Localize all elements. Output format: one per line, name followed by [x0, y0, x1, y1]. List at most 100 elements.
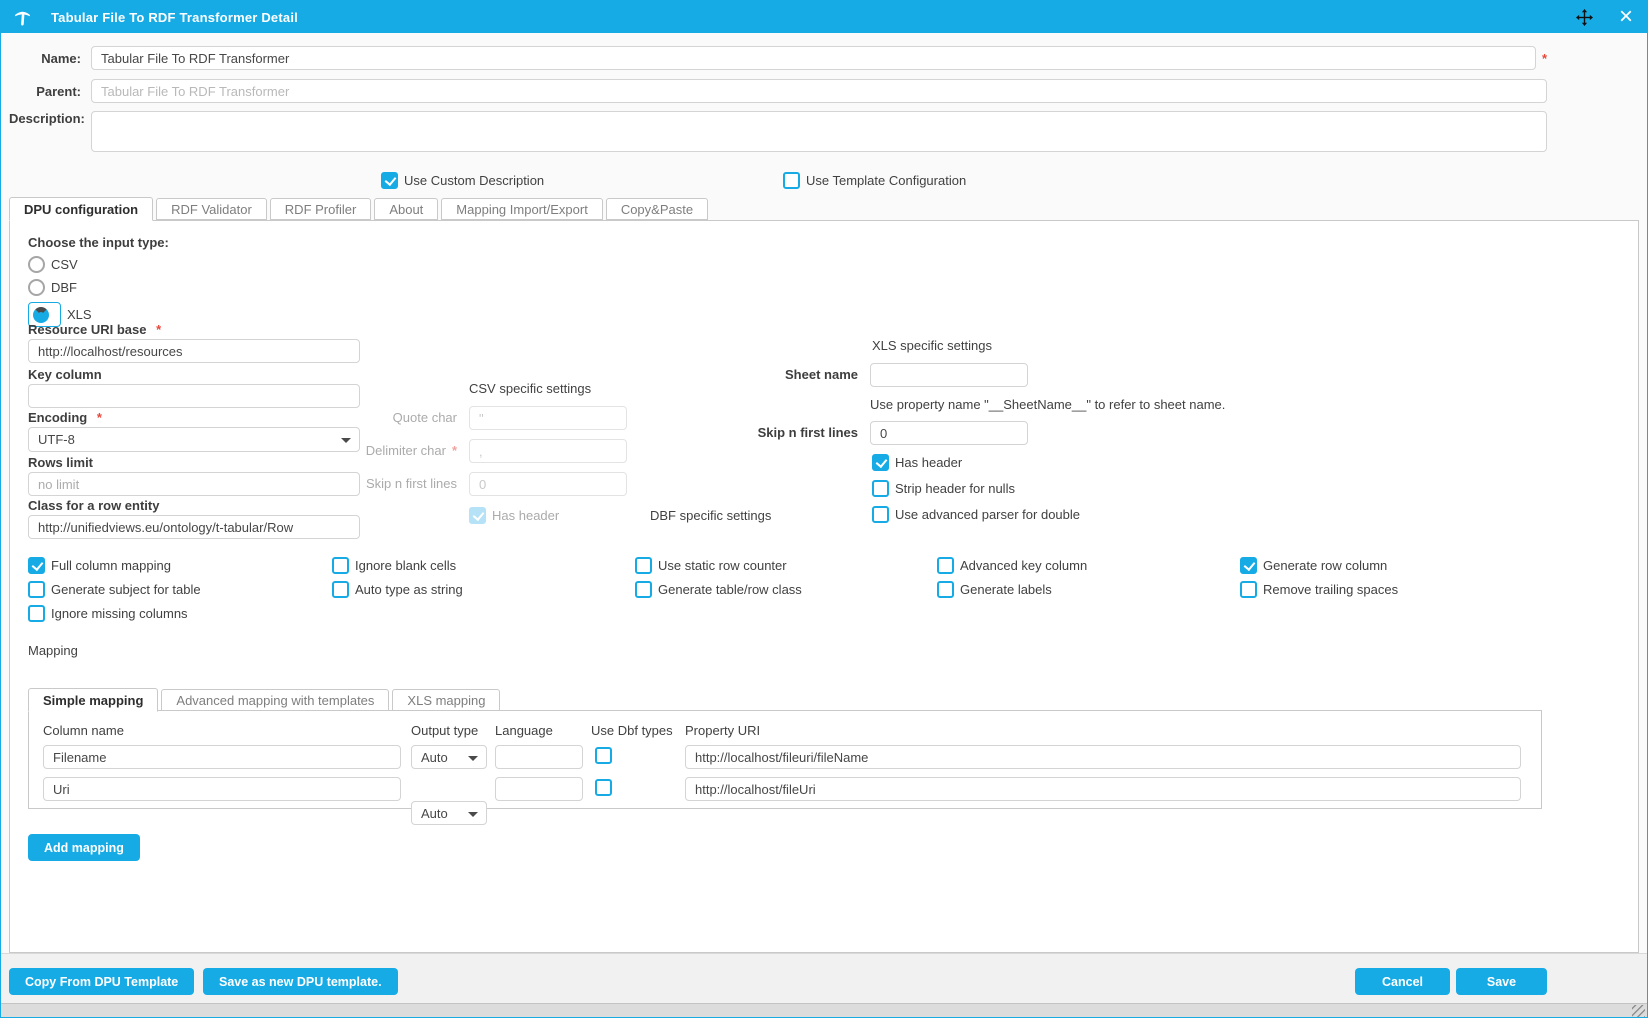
options-column-1: Full column mapping Generate subject for…: [28, 557, 201, 622]
csv-has-header-label: Has header: [492, 508, 559, 523]
mapping-row-property-uri-field[interactable]: [685, 745, 1521, 769]
generate-table-row-class-checkbox[interactable]: [635, 581, 652, 598]
quote-char-label: Quote char: [337, 406, 457, 430]
option-generate-labels: Generate labels: [937, 581, 1087, 598]
ignore-blank-cells-checkbox[interactable]: [332, 557, 349, 574]
xls-has-header-row: Has header: [872, 454, 962, 471]
parent-label: Parent:: [9, 84, 81, 99]
strip-header-for-nulls-checkbox[interactable]: [872, 480, 889, 497]
add-mapping-button[interactable]: Add mapping: [28, 834, 140, 861]
option-generate-subject-for-table: Generate subject for table: [28, 581, 201, 598]
encoding-select[interactable]: UTF-8: [28, 427, 360, 452]
output-type-selected-value: Auto: [421, 806, 448, 821]
csv-radio-label: CSV: [51, 257, 78, 272]
tab-simple-mapping[interactable]: Simple mapping: [28, 688, 158, 712]
delimiter-char-field: [469, 439, 627, 463]
xls-has-header-checkbox[interactable]: [872, 454, 889, 471]
status-bar: [1, 1003, 1647, 1018]
tab-rdf-profiler[interactable]: RDF Profiler: [270, 198, 372, 220]
language-header: Language: [495, 723, 553, 738]
close-icon[interactable]: ×: [1619, 7, 1633, 27]
ignore-missing-columns-checkbox[interactable]: [28, 605, 45, 622]
sheet-name-field[interactable]: [870, 363, 1028, 387]
tab-about[interactable]: About: [374, 198, 438, 220]
xls-settings-title: XLS specific settings: [872, 338, 992, 353]
use-template-configuration-label: Use Template Configuration: [806, 173, 966, 188]
delimiter-char-label: Delimiter char: [366, 443, 446, 458]
rows-limit-label: Rows limit: [28, 455, 93, 470]
dialog-footer: Copy From DPU Template Save as new DPU t…: [1, 953, 1647, 1003]
generate-subject-for-table-checkbox[interactable]: [28, 581, 45, 598]
generate-row-column-label: Generate row column: [1263, 558, 1387, 573]
column-name-header: Column name: [43, 723, 124, 738]
csv-radio[interactable]: [28, 256, 45, 273]
auto-type-as-string-checkbox[interactable]: [332, 581, 349, 598]
mapping-row-column-name-field[interactable]: [43, 777, 401, 801]
generate-row-column-checkbox[interactable]: [1240, 557, 1257, 574]
use-custom-description-checkbox[interactable]: [381, 172, 398, 189]
mapping-row-output-type-select[interactable]: Auto: [411, 801, 487, 825]
resource-uri-base-label: Resource URI base: [28, 322, 147, 337]
xls-skip-n-first-lines-field[interactable]: [870, 421, 1028, 445]
dbf-radio-label: DBF: [51, 280, 77, 295]
strip-header-for-nulls-row: Strip header for nulls: [872, 480, 1015, 497]
mapping-row-column-name-field[interactable]: [43, 745, 401, 769]
parent-field: [91, 79, 1547, 103]
csv-has-header-row: Has header: [469, 507, 559, 524]
use-static-row-counter-checkbox[interactable]: [635, 557, 652, 574]
mapping-row-output-type-select[interactable]: Auto: [411, 745, 487, 769]
encoding-selected-value: UTF-8: [38, 432, 75, 447]
property-uri-header: Property URI: [685, 723, 760, 738]
generate-labels-checkbox[interactable]: [937, 581, 954, 598]
move-icon[interactable]: [1576, 9, 1593, 26]
advanced-parser-for-double-checkbox[interactable]: [872, 506, 889, 523]
cancel-button[interactable]: Cancel: [1355, 968, 1450, 995]
name-field[interactable]: [91, 46, 1536, 70]
mapping-row-property-uri-field[interactable]: [685, 777, 1521, 801]
option-auto-type-as-string: Auto type as string: [332, 581, 463, 598]
resource-uri-base-required-mark: *: [156, 322, 161, 337]
save-as-new-dpu-template-button[interactable]: Save as new DPU template.: [203, 968, 398, 995]
advanced-key-column-checkbox[interactable]: [937, 557, 954, 574]
mapping-row-use-dbf-types-checkbox[interactable]: [595, 747, 612, 764]
mapping-row-language-field[interactable]: [495, 745, 583, 769]
dialog-title: Tabular File To RDF Transformer Detail: [51, 10, 1576, 25]
row-entity-class-field[interactable]: [28, 515, 360, 539]
tab-mapping-import-export[interactable]: Mapping Import/Export: [441, 198, 603, 220]
option-use-static-row-counter: Use static row counter: [635, 557, 802, 574]
resource-uri-base-field[interactable]: [28, 339, 360, 363]
options-column-3: Use static row counter Generate table/ro…: [635, 557, 802, 598]
row-entity-class-label: Class for a row entity: [28, 498, 159, 513]
tab-dpu-configuration[interactable]: DPU configuration: [9, 197, 153, 221]
ignore-blank-cells-label: Ignore blank cells: [355, 558, 456, 573]
mapping-row-use-dbf-types-checkbox[interactable]: [595, 779, 612, 796]
ignore-missing-columns-label: Ignore missing columns: [51, 606, 188, 621]
full-column-mapping-checkbox[interactable]: [28, 557, 45, 574]
sheet-name-hint: Use property name "__SheetName__" to ref…: [870, 397, 1225, 412]
copy-from-dpu-template-button[interactable]: Copy From DPU Template: [9, 968, 194, 995]
tab-advanced-mapping-with-templates[interactable]: Advanced mapping with templates: [161, 689, 389, 711]
mapping-row-language-field[interactable]: [495, 777, 583, 801]
save-button[interactable]: Save: [1456, 968, 1547, 995]
remove-trailing-spaces-checkbox[interactable]: [1240, 581, 1257, 598]
resize-grip-icon[interactable]: [1632, 1005, 1645, 1018]
options-column-4: Advanced key column Generate labels: [937, 557, 1087, 598]
description-field[interactable]: [91, 111, 1547, 152]
tab-xls-mapping[interactable]: XLS mapping: [392, 689, 500, 711]
tab-rdf-validator[interactable]: RDF Validator: [156, 198, 267, 220]
description-label: Description:: [9, 111, 81, 126]
use-template-configuration-checkbox[interactable]: [783, 172, 800, 189]
xls-radio-label: XLS: [67, 307, 92, 322]
key-column-field[interactable]: [28, 384, 360, 408]
dpu-detail-dialog: Tabular File To RDF Transformer Detail ×…: [0, 0, 1648, 1018]
tab-copy-paste[interactable]: Copy&Paste: [606, 198, 708, 220]
rows-limit-field[interactable]: [28, 472, 360, 496]
full-column-mapping-label: Full column mapping: [51, 558, 171, 573]
use-static-row-counter-label: Use static row counter: [658, 558, 787, 573]
output-type-header: Output type: [411, 723, 478, 738]
use-dbf-types-header: Use Dbf types: [591, 723, 673, 738]
use-template-configuration-row: Use Template Configuration: [783, 172, 966, 189]
dbf-radio[interactable]: [28, 279, 45, 296]
delimiter-char-required-mark: *: [452, 443, 457, 458]
options-column-2: Ignore blank cells Auto type as string: [332, 557, 463, 598]
